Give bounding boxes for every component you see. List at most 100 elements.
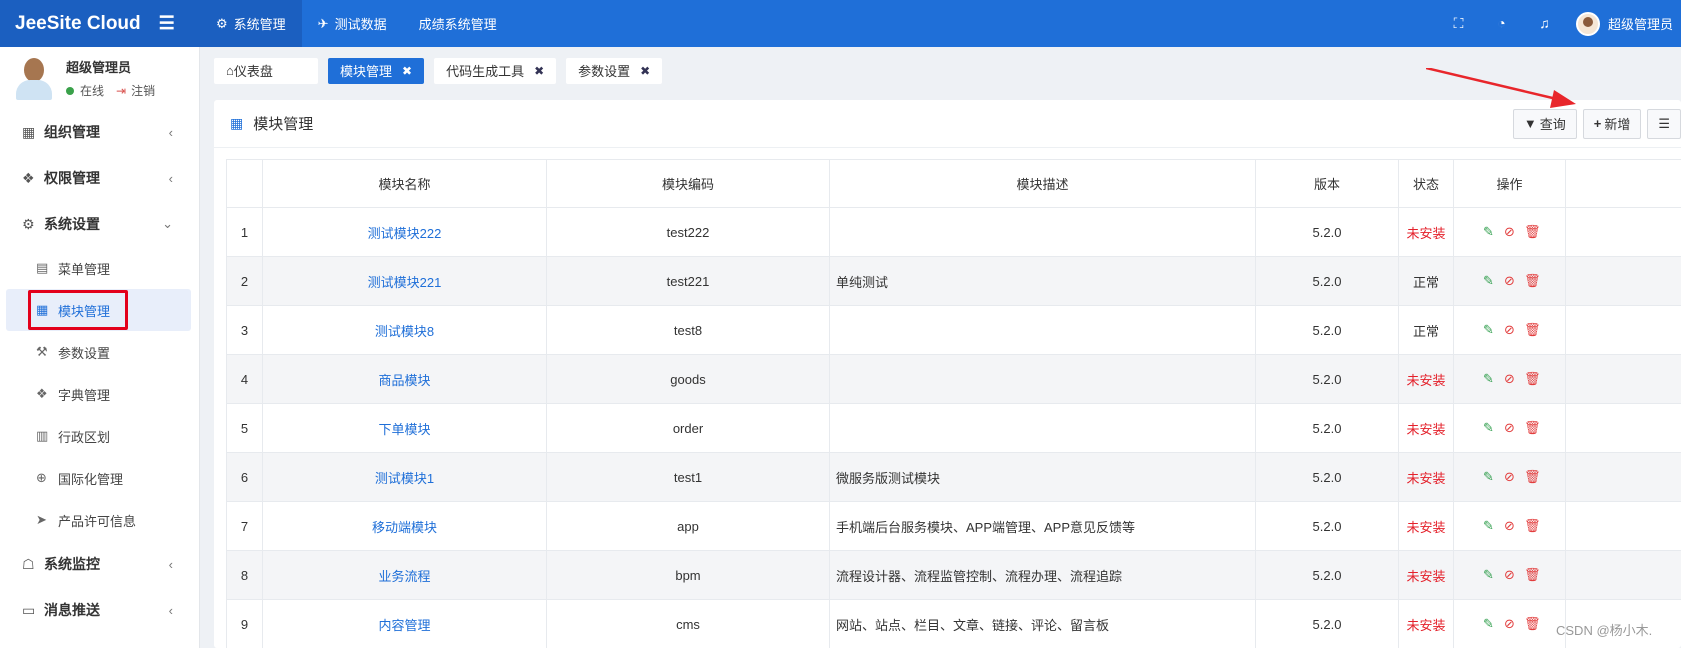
row-filler (1565, 501, 1681, 551)
module-version: 5.2.0 (1255, 256, 1399, 306)
disable-icon[interactable]: ⊘ (1503, 322, 1516, 338)
sidebar-menu: ▦ 组织管理 ‹ ❖ 权限管理 ‹ ⚙ 系统设置 ⌄ ▤ 菜单管理 ▦ 模块管理 ⚒ 参数设置 ❖ 字典管理 ▥ 行… (0, 109, 199, 633)
sidebar-item-dict[interactable]: ❖ 字典管理 (0, 373, 199, 415)
query-button[interactable]: ▼ 查询 (1512, 108, 1577, 139)
top-nav-item[interactable]: ✈ 测试数据 (302, 0, 403, 47)
close-icon[interactable]: ✖ (534, 64, 544, 78)
module-name-link[interactable]: 商品模块 (262, 354, 547, 404)
sidebar-item-msg[interactable]: ▭ 消息推送 ‹ (0, 587, 199, 633)
tab-label: 仪表盘 (233, 64, 273, 79)
sidebar-item-sys[interactable]: ⚙ 系统设置 ⌄ (0, 201, 199, 247)
add-button[interactable]: + 新增 (1582, 108, 1642, 139)
query-label: 查询 (1539, 117, 1566, 132)
delete-icon[interactable]: 🗑 (1524, 469, 1541, 485)
dashboard-icon[interactable]: ◔ (1480, 15, 1523, 32)
edit-icon[interactable]: ✎ (1482, 518, 1495, 534)
row-number: 6 (226, 452, 263, 502)
action-group: ✎ ⊘ 🗑 (1482, 469, 1541, 485)
module-name-link[interactable]: 业务流程 (262, 550, 547, 600)
edit-icon[interactable]: ✎ (1482, 273, 1495, 289)
column-header: 模块名称 (262, 159, 547, 208)
sidebar-item-module-mgmt[interactable]: ▦ 模块管理 (6, 289, 191, 331)
online-dot-icon (66, 86, 74, 95)
module-name-link[interactable]: 内容管理 (262, 599, 547, 648)
disable-icon[interactable]: ⊘ (1503, 469, 1516, 485)
delete-icon[interactable]: 🗑 (1524, 616, 1541, 632)
sidebar-item-label: 系统设置 (44, 216, 100, 232)
sidebar: 超级管理员 在线 ⇥ 注销 ▦ 组织管理 ‹ ❖ 权限管理 ‹ ⚙ 系统设置 ⌄ ▤ 菜单管理 ▦ 模块… (0, 47, 200, 648)
edit-icon[interactable]: ✎ (1482, 616, 1495, 632)
disable-icon[interactable]: ⊘ (1503, 518, 1516, 534)
close-icon[interactable]: ✖ (402, 64, 412, 78)
fullscreen-icon[interactable]: ⛶ (1437, 15, 1480, 32)
edit-icon[interactable]: ✎ (1482, 420, 1495, 436)
brand-title[interactable]: JeeSite Cloud (15, 13, 141, 35)
module-name-link[interactable]: 移动端模块 (262, 501, 547, 551)
sidebar-item-i18n[interactable]: ⊕ 国际化管理 (0, 457, 199, 499)
table-row: 7 移动端模块 app 手机端后台服务模块、APP端管理、APP意见反馈等 5.2.0 未… (226, 501, 1681, 551)
logout-icon[interactable]: ⇥ (116, 84, 126, 98)
delete-icon[interactable]: 🗑 (1524, 420, 1541, 436)
row-number: 4 (226, 354, 263, 404)
tab-1[interactable]: 模块管理 ✖ (328, 57, 425, 84)
bell-icon[interactable]: ♫ (1523, 15, 1566, 32)
delete-icon[interactable]: 🗑 (1524, 224, 1541, 240)
row-actions: ✎ ⊘ 🗑 (1453, 599, 1566, 648)
tab-3[interactable]: 参数设置 ✖ (566, 57, 663, 84)
edit-icon[interactable]: ✎ (1482, 567, 1495, 583)
disable-icon[interactable]: ⊘ (1503, 224, 1516, 240)
delete-icon[interactable]: 🗑 (1524, 567, 1541, 583)
top-nav-item[interactable]: ⚙ 系统管理 (200, 0, 302, 47)
cube-icon: ❖ (22, 169, 35, 186)
table-row: 9 内容管理 cms 网站、站点、栏目、文章、链接、评论、留言板 5.2.0 未安装 ✎ ⊘ 🗑 (226, 599, 1681, 648)
chevron-left-icon: ‹ (168, 170, 173, 186)
status-badge: 未安装 (1398, 599, 1454, 648)
disable-icon[interactable]: ⊘ (1503, 273, 1516, 289)
sidebar-item-monitor[interactable]: ☖ 系统监控 ‹ (0, 541, 199, 587)
user-menu[interactable]: 超级管理员 (1566, 11, 1681, 36)
close-icon[interactable]: ✖ (640, 64, 650, 78)
tab-label: 代码生成工具 (446, 64, 525, 79)
sidebar-item-menu-mgmt[interactable]: ▤ 菜单管理 (0, 247, 199, 289)
column-toggle-button[interactable]: ☰ (1647, 108, 1681, 139)
edit-icon[interactable]: ✎ (1482, 371, 1495, 387)
sidebar-item-perm[interactable]: ❖ 权限管理 ‹ (0, 155, 199, 201)
disable-icon[interactable]: ⊘ (1503, 371, 1516, 387)
delete-icon[interactable]: 🗑 (1524, 518, 1541, 534)
edit-icon[interactable]: ✎ (1482, 322, 1495, 338)
module-name-link[interactable]: 测试模块222 (262, 207, 547, 257)
edit-icon[interactable]: ✎ (1482, 469, 1495, 485)
module-version: 5.2.0 (1255, 403, 1399, 453)
column-header: 模块编码 (546, 159, 830, 208)
delete-icon[interactable]: 🗑 (1524, 322, 1541, 338)
sidebar-item-org[interactable]: ▦ 组织管理 ‹ (0, 109, 199, 155)
sidebar-toggle-icon[interactable]: ☰ (159, 13, 175, 34)
module-code: cms (546, 599, 830, 648)
edit-icon[interactable]: ✎ (1482, 224, 1495, 240)
disable-icon[interactable]: ⊘ (1503, 616, 1516, 632)
sidebar-item-license[interactable]: ➤ 产品许可信息 (0, 499, 199, 541)
delete-icon[interactable]: 🗑 (1524, 273, 1541, 289)
logout-link[interactable]: 注销 (131, 82, 155, 99)
disable-icon[interactable]: ⊘ (1503, 567, 1516, 583)
sidebar-item-region[interactable]: ▥ 行政区划 (0, 415, 199, 457)
status-badge: 未安装 (1398, 354, 1454, 404)
top-nav-label: 测试数据 (334, 17, 387, 32)
module-name-link[interactable]: 下单模块 (262, 403, 547, 453)
sidebar-item-params[interactable]: ⚒ 参数设置 (0, 331, 199, 373)
module-name-link[interactable]: 测试模块1 (262, 452, 547, 502)
row-filler (1565, 207, 1681, 257)
module-version: 5.2.0 (1255, 354, 1399, 404)
top-nav-item[interactable]: 成绩系统管理 (403, 0, 513, 47)
disable-icon[interactable]: ⊘ (1503, 420, 1516, 436)
delete-icon[interactable]: 🗑 (1524, 371, 1541, 387)
row-number: 1 (226, 207, 263, 257)
module-name-link[interactable]: 测试模块8 (262, 305, 547, 355)
module-table: 模块名称 模块编码 模块描述 版本 状态 操作 1 测试模块222 test222 5.2.0 未… (226, 159, 1681, 648)
tab-2[interactable]: 代码生成工具 ✖ (434, 57, 557, 84)
tab-0[interactable]: ⌂ 仪表盘 (214, 57, 318, 84)
watermark: CSDN @杨小木. (1556, 623, 1653, 638)
column-header: 操作 (1453, 159, 1566, 208)
top-nav-label: 系统管理 (233, 17, 286, 32)
module-name-link[interactable]: 测试模块221 (262, 256, 547, 306)
